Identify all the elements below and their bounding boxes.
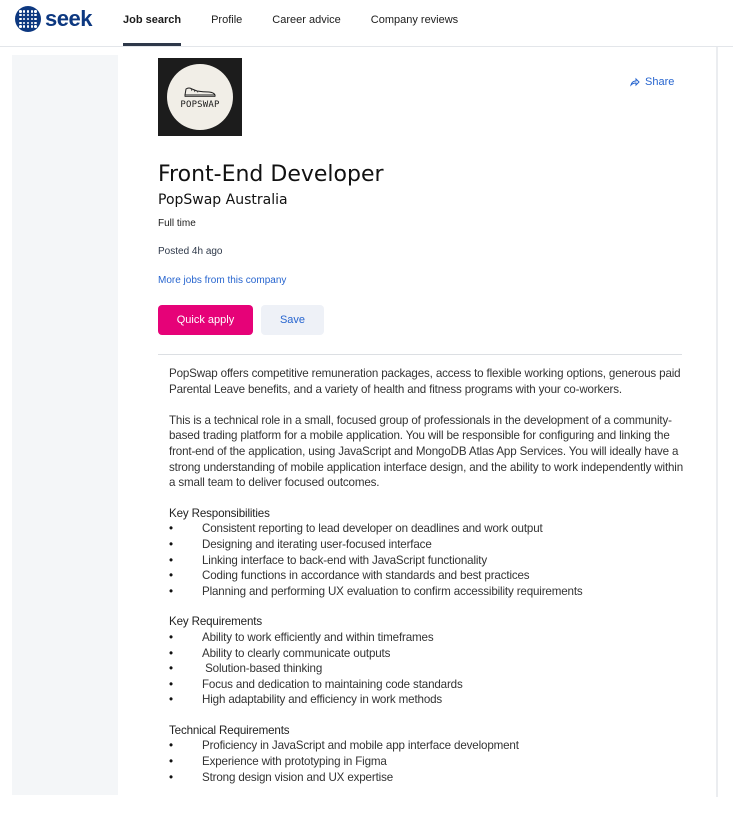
list-item: Strong design vision and UX expertise	[169, 770, 689, 786]
company-name: PopSwap Australia	[158, 192, 288, 208]
section-heading: Key Requirements	[169, 615, 262, 629]
right-panel-border	[716, 47, 718, 797]
section-heading: Key Responsibilities	[169, 506, 270, 520]
list-item: Proficiency in JavaScript and mobile app…	[169, 738, 689, 754]
company-logo-text: POPSWAP	[180, 100, 220, 110]
responsibilities-section: Key Responsibilities Consistent reportin…	[169, 506, 689, 600]
seek-logo[interactable]: seek	[15, 6, 92, 32]
tab-company-reviews[interactable]: Company reviews	[371, 0, 458, 46]
more-jobs-link[interactable]: More jobs from this company	[158, 275, 286, 286]
requirements-section: Key Requirements Ability to work efficie…	[169, 614, 689, 708]
posted-time: Posted 4h ago	[158, 246, 223, 257]
list-item: Ability to work efficiently and within t…	[169, 630, 689, 646]
company-logo-disc: POPSWAP	[167, 64, 233, 130]
quick-apply-button[interactable]: Quick apply	[158, 305, 253, 335]
list-item: Coding functions in accordance with stan…	[169, 568, 689, 584]
section-heading: Technical Requirements	[169, 723, 290, 737]
technical-requirements-section: Technical Requirements Proficiency in Ja…	[169, 723, 689, 785]
left-panel-background	[12, 55, 118, 795]
tab-profile[interactable]: Profile	[211, 0, 242, 46]
list-item: Designing and iterating user-focused int…	[169, 537, 689, 553]
seek-logo-icon	[15, 6, 41, 32]
nav-tabs: Job search Profile Career advice Company…	[123, 0, 488, 46]
nav-divider	[0, 46, 733, 47]
description-paragraph: PopSwap offers competitive remuneration …	[169, 367, 681, 396]
company-logo[interactable]: POPSWAP	[158, 58, 242, 136]
save-button[interactable]: Save	[261, 305, 324, 335]
top-navigation: seek Job search Profile Career advice Co…	[0, 0, 733, 47]
share-button[interactable]: Share	[630, 76, 674, 88]
list-item: Linking interface to back-end with JavaS…	[169, 553, 689, 569]
list-item: High adaptability and efficiency in work…	[169, 692, 689, 708]
list-item: Ability to clearly communicate outputs	[169, 646, 689, 662]
job-description: PopSwap offers competitive remuneration …	[169, 366, 689, 785]
job-title: Front-End Developer	[158, 162, 384, 187]
seek-logo-text: seek	[45, 6, 92, 31]
section-divider	[158, 354, 682, 355]
tab-career-advice[interactable]: Career advice	[272, 0, 340, 46]
tab-job-search[interactable]: Job search	[123, 0, 182, 46]
sneaker-icon	[184, 87, 216, 97]
share-icon	[630, 77, 640, 87]
list-item: Solution-based thinking	[169, 661, 689, 677]
list-item: Focus and dedication to maintaining code…	[169, 677, 689, 693]
list-item: Experience with prototyping in Figma	[169, 754, 689, 770]
share-label: Share	[645, 76, 675, 88]
description-paragraph: This is a technical role in a small, foc…	[169, 413, 684, 490]
work-type: Full time	[158, 218, 196, 229]
list-item: Consistent reporting to lead developer o…	[169, 521, 689, 537]
list-item: Planning and performing UX evaluation to…	[169, 584, 689, 600]
